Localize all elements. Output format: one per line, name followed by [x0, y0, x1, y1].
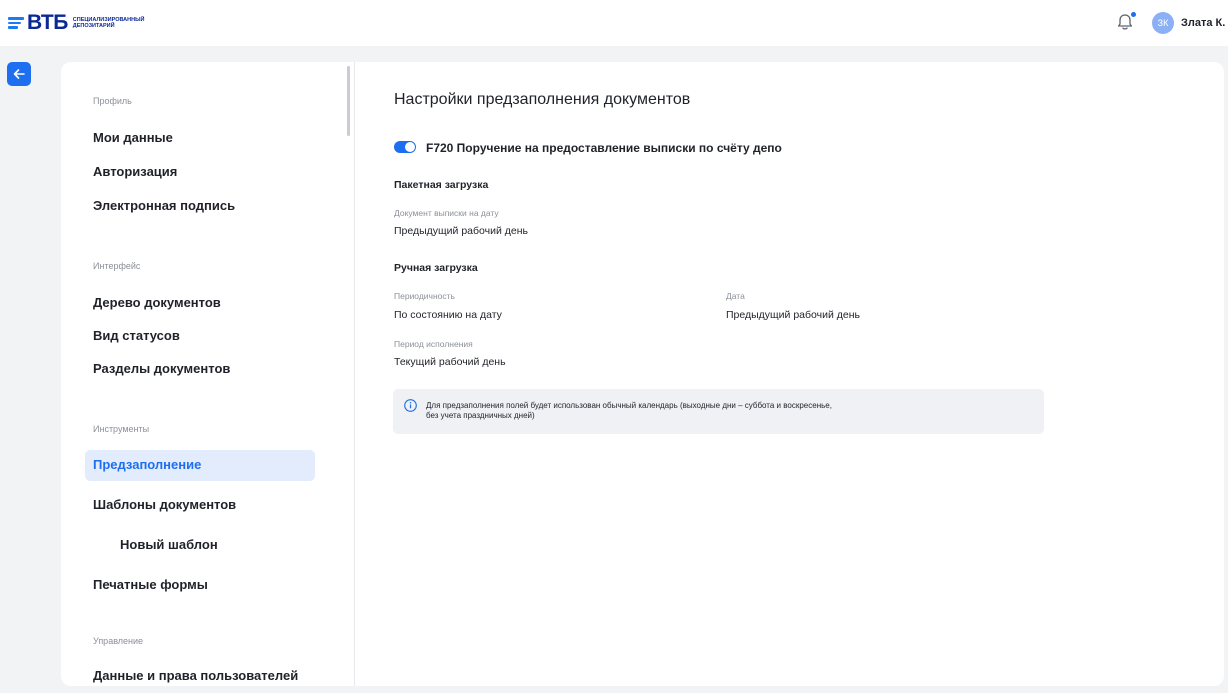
sidebar-item-prefill[interactable]: Предзаполнение [93, 457, 201, 472]
f720-toggle-label: F720 Поручение на предоставление выписки… [426, 141, 782, 155]
settings-card: Профиль Мои данные Авторизация Электронн… [61, 62, 1224, 686]
info-icon [404, 399, 417, 412]
date-value: Предыдущий рабочий день [726, 309, 860, 321]
notification-dot [1131, 12, 1136, 17]
execution-period-value: Текущий рабочий день [394, 356, 506, 368]
calendar-info-line1: Для предзаполнения полей будет использов… [426, 401, 832, 410]
periodicity-value: По состоянию на дату [394, 309, 502, 321]
section-label-profile: Профиль [93, 96, 132, 106]
back-button[interactable] [7, 62, 31, 86]
statement-date-label: Документ выписки на дату [394, 208, 499, 218]
periodicity-label: Периодичность [394, 291, 455, 301]
manual-upload-heading: Ручная загрузка [394, 262, 478, 274]
toggle-knob [405, 142, 415, 152]
sidebar-item-document-templates[interactable]: Шаблоны документов [93, 497, 236, 512]
date-label: Дата [726, 291, 745, 301]
user-name[interactable]: Злата К. [1181, 17, 1225, 29]
sidebar-item-print-forms[interactable]: Печатные формы [93, 577, 208, 592]
calendar-info-line2: без учета праздничных дней) [426, 411, 535, 420]
vtb-logo[interactable]: ВТБ СПЕЦИАЛИЗИРОВАННЫЙ ДЕПОЗИТАРИЙ [8, 12, 144, 34]
sidebar-item-my-data[interactable]: Мои данные [93, 130, 173, 145]
avatar[interactable]: ЗК [1152, 12, 1174, 34]
sidebar-item-status-view[interactable]: Вид статусов [93, 328, 180, 343]
section-label-interface: Интерфейс [93, 261, 141, 271]
execution-period-label: Период исполнения [394, 339, 473, 349]
sidebar-scrollbar[interactable] [347, 66, 350, 136]
statement-date-value: Предыдущий рабочий день [394, 225, 528, 237]
sidebar-item-new-template[interactable]: Новый шаблон [120, 537, 218, 552]
settings-sidebar: Профиль Мои данные Авторизация Электронн… [61, 62, 355, 686]
sidebar-item-electronic-signature[interactable]: Электронная подпись [93, 198, 235, 213]
top-bar: ВТБ СПЕЦИАЛИЗИРОВАННЫЙ ДЕПОЗИТАРИЙ ЗК Зл… [0, 0, 1228, 46]
calendar-info-box: Для предзаполнения полей будет использов… [393, 389, 1044, 434]
page-title: Настройки предзаполнения документов [394, 91, 691, 108]
sidebar-item-document-tree[interactable]: Дерево документов [93, 295, 221, 310]
section-label-tools: Инструменты [93, 424, 150, 434]
logo-subtitle: СПЕЦИАЛИЗИРОВАННЫЙ ДЕПОЗИТАРИЙ [73, 17, 145, 29]
sidebar-item-user-rights[interactable]: Данные и права пользователей [93, 668, 298, 683]
logo-lines-icon [8, 17, 24, 29]
logo-subtitle-line2: ДЕПОЗИТАРИЙ [72, 23, 115, 29]
prefill-settings-panel: Настройки предзаполнения документов F720… [355, 62, 1224, 686]
logo-text: ВТБ [27, 11, 68, 34]
section-label-management: Управление [93, 636, 144, 646]
f720-toggle[interactable] [394, 141, 416, 153]
calendar-info-text: Для предзаполнения полей будет использов… [426, 401, 986, 421]
sidebar-item-authorization[interactable]: Авторизация [93, 164, 177, 179]
batch-upload-heading: Пакетная загрузка [394, 179, 489, 191]
arrow-left-icon [13, 69, 25, 79]
sidebar-item-document-sections[interactable]: Разделы документов [93, 361, 230, 376]
